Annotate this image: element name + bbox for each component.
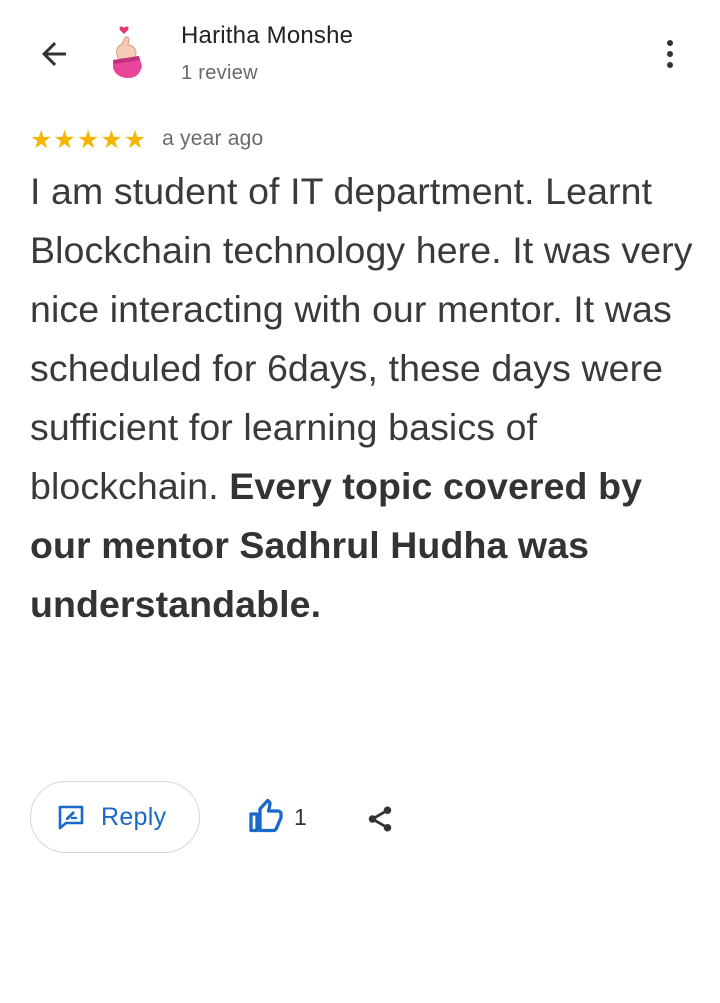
thumbs-up-icon (249, 799, 283, 833)
rating-row: ★ ★ ★ ★ ★ a year ago (30, 124, 263, 154)
star-icon: ★ (123, 124, 147, 154)
review-text-regular: I am student of IT department. Learnt Bl… (30, 170, 693, 507)
share-icon (368, 806, 392, 832)
star-icon: ★ (100, 124, 123, 154)
more-vertical-icon (667, 40, 673, 46)
review-header: Haritha Monshe 1 review (0, 0, 720, 110)
star-rating: ★ ★ ★ ★ ★ (30, 127, 146, 152)
review-body: I am student of IT department. Learnt Bl… (30, 162, 700, 634)
star-icon: ★ (53, 124, 76, 154)
more-options-button[interactable] (650, 30, 690, 78)
star-icon: ★ (76, 124, 100, 154)
star-icon: ★ (30, 124, 53, 154)
arrow-left-icon (42, 42, 66, 66)
review-count: 1 review (181, 62, 258, 84)
avatar[interactable] (104, 18, 150, 84)
reply-label: Reply (101, 802, 167, 831)
like-count: 1 (294, 803, 307, 830)
share-button[interactable] (360, 799, 400, 839)
reply-button[interactable]: Reply (30, 781, 200, 853)
reply-comment-icon (58, 805, 84, 830)
back-button[interactable] (30, 30, 78, 78)
review-actions: Reply 1 (30, 781, 392, 853)
reviewer-name[interactable]: Haritha Monshe (181, 22, 353, 50)
review-time: a year ago (162, 127, 264, 150)
like-button[interactable]: 1 (248, 795, 307, 839)
